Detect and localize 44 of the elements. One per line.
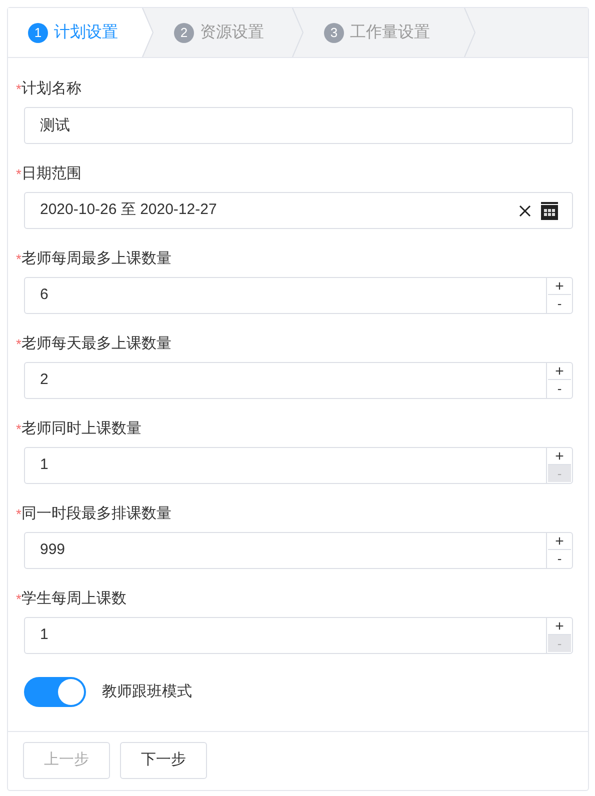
step-button[interactable]: 下一步 [120,742,207,779]
number-field[interactable]: 999 + - [24,532,573,569]
date-range-field[interactable]: 2020-10-26 至 2020-12-27 [24,192,573,229]
required-mark: * [16,337,22,351]
number-field[interactable]: 2 + - [24,362,573,399]
date-range-value: 2020-10-26 至 2020-12-27 [40,200,218,220]
increment-button[interactable]: + [548,279,571,295]
calendar-icon[interactable] [541,202,558,220]
field-label: 同一时段最多排课数量 [21,504,172,524]
number-value: 6 [39,285,50,306]
decrement-button[interactable]: - [548,550,571,567]
field-label: 老师每天最多上课数量 [21,334,172,354]
step-label: 计划设置 [54,22,118,42]
field-label: 老师每周最多上课数量 [21,248,172,269]
required-mark: * [16,82,22,96]
decrement-button[interactable]: - [548,380,571,397]
increment-button[interactable]: + [548,364,571,380]
required-mark: * [16,507,22,521]
required-mark: * [16,252,22,266]
number-field[interactable]: 6 + - [24,277,573,314]
required-mark: * [16,167,22,181]
step-label: 工作量设置 [350,22,430,42]
number-value: 999 [39,540,66,560]
increment-button[interactable]: + [548,534,571,550]
decrement-button[interactable]: - [548,295,571,312]
number-field[interactable]: 1 + - [24,617,573,654]
toggle-switch[interactable] [24,677,86,707]
field-label: 老师同时上课数量 [21,418,142,439]
step-label: 资源设置 [200,22,264,42]
required-mark: * [16,592,22,606]
close-icon[interactable] [519,204,531,216]
text-field[interactable]: 测试 [24,107,573,144]
field-label: 日期范围 [21,164,82,184]
field-label: 学生每周上课数 [21,588,126,609]
step-number: 1 [28,22,48,42]
step-number: 3 [324,22,344,42]
field-label: 计划名称 [21,78,82,99]
number-value: 1 [39,455,50,476]
number-value: 2 [39,370,50,390]
number-value: 1 [39,625,50,646]
required-mark: * [16,422,22,436]
step-number: 2 [174,22,194,42]
switch-label: 教师跟班模式 [102,682,192,702]
number-field[interactable]: 1 + - [24,447,573,484]
